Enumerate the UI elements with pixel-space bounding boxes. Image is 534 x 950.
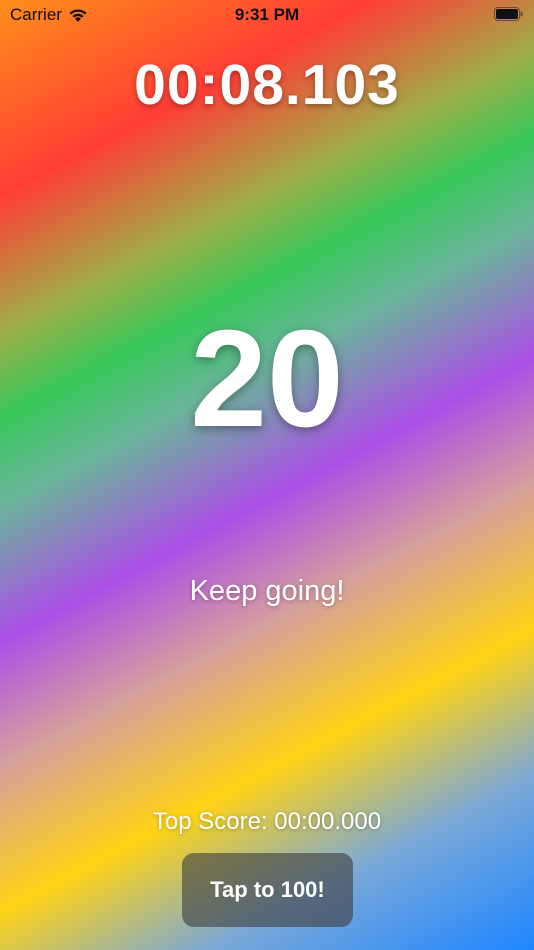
tap-button-label: Tap to 100!	[210, 877, 325, 902]
tap-counter: 20	[190, 302, 344, 456]
status-time: 9:31 PM	[234, 5, 300, 24]
status-bar: Carrier 9:31 PM	[0, 0, 534, 30]
battery-icon	[494, 7, 523, 21]
tap-button[interactable]: Tap to 100!	[182, 853, 353, 927]
encouragement-message: Keep going!	[189, 575, 345, 607]
top-score-label: Top Score: 00:00.000	[152, 808, 382, 835]
elapsed-timer: 00:08.103	[134, 53, 400, 117]
